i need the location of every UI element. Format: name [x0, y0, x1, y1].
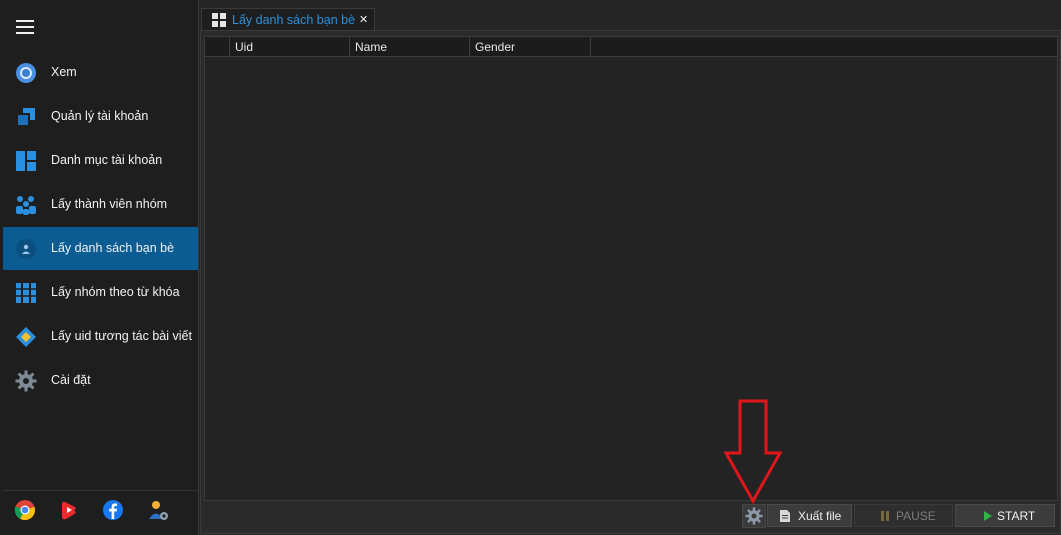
- sidebar: Xem Quản lý tài khoản Danh mục tài khoản…: [0, 0, 199, 535]
- gear-icon: [745, 507, 763, 525]
- youtube-shorts-icon[interactable]: [58, 499, 80, 521]
- sidebar-item-danh-muc-tai-khoan[interactable]: Danh mục tài khoản: [3, 139, 198, 182]
- pause-label: PAUSE: [896, 509, 936, 523]
- settings-button[interactable]: [742, 504, 766, 528]
- column-label: Uid: [235, 40, 254, 54]
- start-button[interactable]: START: [955, 504, 1055, 527]
- post-interaction-icon: [16, 327, 36, 347]
- column-label: Gender: [475, 40, 516, 54]
- sidebar-item-label: Lấy danh sách bạn bè: [51, 241, 175, 255]
- play-icon: [984, 511, 992, 521]
- chrome-icon: [16, 63, 36, 83]
- column-header-gender[interactable]: Gender: [470, 37, 591, 56]
- gear-icon: [15, 370, 37, 392]
- tab-lay-danh-sach-ban-be[interactable]: Lấy danh sách bạn bè ✕: [201, 8, 375, 31]
- sidebar-item-lay-thanh-vien-nhom[interactable]: Lấy thành viên nhóm: [3, 183, 198, 226]
- sidebar-item-label: Lấy uid tương tác bài viết: [51, 329, 192, 343]
- sidebar-item-label: Lấy nhóm theo từ khóa: [51, 285, 180, 299]
- column-label: Name: [355, 40, 388, 54]
- accounts-icon: [16, 108, 35, 127]
- chrome-icon[interactable]: [14, 499, 36, 521]
- grid-header: Uid Name Gender: [205, 37, 1057, 57]
- sidebar-item-label: Cài đặt: [51, 373, 91, 387]
- start-label: START: [997, 509, 1036, 523]
- column-header-name[interactable]: Name: [350, 37, 470, 56]
- tab-label: Lấy danh sách bạn bè: [232, 13, 356, 27]
- sidebar-item-lay-nhom-theo-tu-khoa[interactable]: Lấy nhóm theo từ khóa: [3, 271, 198, 314]
- data-grid[interactable]: Uid Name Gender: [204, 36, 1058, 501]
- keyword-groups-icon: [16, 283, 36, 303]
- export-file-label: Xuất file: [798, 509, 842, 523]
- export-file-button[interactable]: Xuất file: [767, 504, 852, 527]
- arrow-down-icon: [724, 399, 783, 504]
- sidebar-item-label: Quản lý tài khoản: [51, 109, 149, 123]
- pause-icon: [881, 511, 889, 521]
- divider: [3, 490, 198, 491]
- sidebar-item-lay-uid-tuong-tac[interactable]: Lấy uid tương tác bài viết: [3, 315, 198, 358]
- column-header-uid[interactable]: Uid: [230, 37, 350, 56]
- content-panel: Uid Name Gender: [200, 30, 1061, 534]
- dashboard-icon: [16, 151, 36, 171]
- user-settings-icon[interactable]: [147, 499, 169, 521]
- friends-icon: [16, 239, 36, 259]
- sidebar-item-label: Lấy thành viên nhóm: [51, 197, 168, 211]
- group-members-icon: [16, 196, 36, 215]
- sidebar-item-xem[interactable]: Xem: [3, 51, 198, 94]
- row-header-column: [205, 37, 230, 56]
- menu-icon[interactable]: [16, 20, 34, 36]
- sidebar-item-quan-ly-tai-khoan[interactable]: Quản lý tài khoản: [3, 95, 198, 138]
- sidebar-item-label: Xem: [51, 65, 77, 79]
- facebook-icon[interactable]: [102, 499, 124, 521]
- file-icon: [780, 510, 790, 522]
- pause-button[interactable]: PAUSE: [854, 504, 953, 527]
- sidebar-item-lay-danh-sach-ban-be[interactable]: Lấy danh sách bạn bè: [3, 227, 198, 270]
- sidebar-item-cai-dat[interactable]: Cài đặt: [3, 359, 198, 402]
- grid-icon: [212, 13, 226, 27]
- sidebar-item-label: Danh mục tài khoản: [51, 153, 163, 167]
- close-icon[interactable]: ✕: [359, 13, 368, 26]
